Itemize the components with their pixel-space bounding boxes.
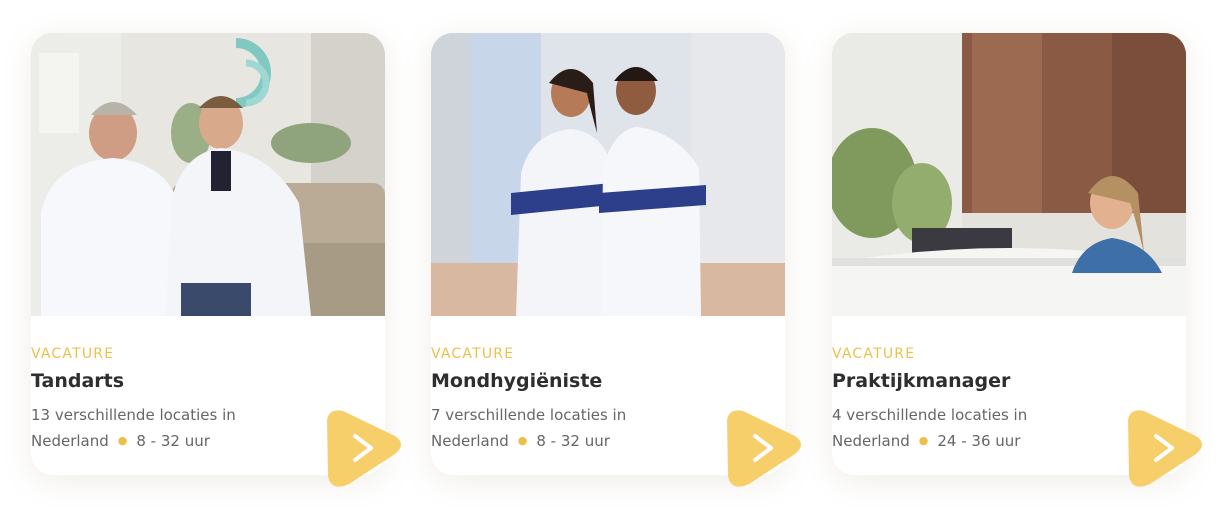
open-vacancy-button[interactable] — [719, 406, 805, 490]
job-description: 7 verschillende locaties in Nederland ● 8 … — [431, 403, 671, 454]
hours-text: 24 - 36 uur — [937, 432, 1021, 450]
card-photo — [431, 33, 785, 316]
open-vacancy-button[interactable] — [319, 406, 405, 490]
job-title[interactable]: Praktijkmanager — [832, 370, 1010, 392]
hours-text: 8 - 32 uur — [136, 432, 210, 450]
hours-text: 8 - 32 uur — [536, 432, 610, 450]
job-card-praktijkmanager[interactable]: VACATURE Praktijkmanager 4 verschillende… — [832, 33, 1202, 487]
job-card-tandarts[interactable]: VACATURE Tandarts 13 verschillende locat… — [31, 33, 401, 487]
job-title[interactable]: Tandarts — [31, 370, 124, 392]
job-card-mondhygieniste[interactable]: VACATURE Mondhygiëniste 7 verschillende … — [431, 33, 801, 487]
locations-text: 7 verschillende locaties in — [431, 406, 627, 424]
locations-text: 4 verschillende locaties in — [832, 406, 1028, 424]
vacancy-tag: VACATURE — [31, 346, 115, 362]
card-photo — [31, 33, 385, 316]
vacancy-tag: VACATURE — [431, 346, 515, 362]
vacancy-tag: VACATURE — [832, 346, 916, 362]
open-vacancy-button[interactable] — [1120, 406, 1206, 490]
bullet-dot: ● — [918, 434, 929, 447]
job-description: 4 verschillende locaties in Nederland ● 24… — [832, 403, 1072, 454]
bullet-dot: ● — [117, 434, 128, 447]
country-text: Nederland — [31, 432, 109, 450]
card-photo — [832, 33, 1186, 316]
country-text: Nederland — [832, 432, 910, 450]
job-title[interactable]: Mondhygiëniste — [431, 370, 602, 392]
country-text: Nederland — [431, 432, 509, 450]
job-description: 13 verschillende locaties in Nederland ● 8… — [31, 403, 271, 454]
locations-text: 13 verschillende locaties in — [31, 406, 236, 424]
bullet-dot: ● — [517, 434, 528, 447]
